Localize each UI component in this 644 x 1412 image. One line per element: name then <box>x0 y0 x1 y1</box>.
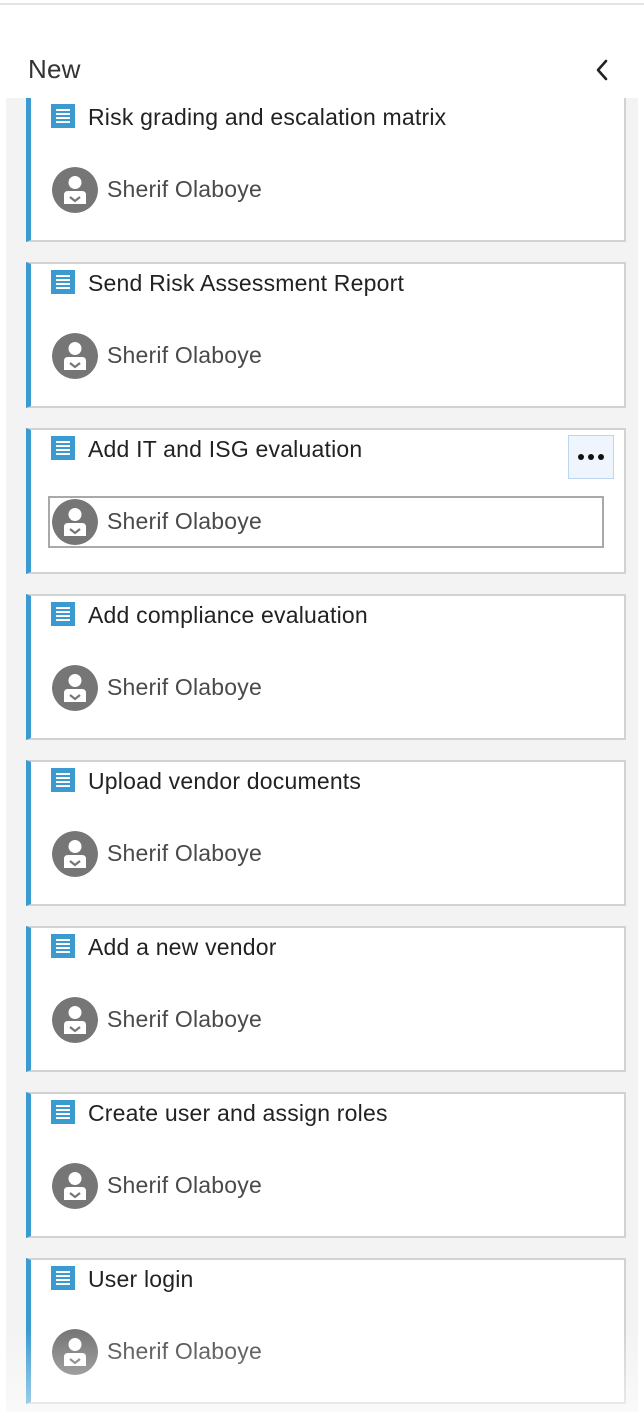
chevron-left-icon <box>596 59 608 81</box>
assignee-name: Sherif Olaboye <box>107 1006 262 1032</box>
assignee-name: Sherif Olaboye <box>107 674 262 700</box>
card-title[interactable]: Add IT and ISG evaluation <box>88 436 362 463</box>
user-avatar-icon <box>52 167 98 213</box>
card-column[interactable]: Risk grading and escalation matrix Sheri… <box>6 98 638 1412</box>
assignee-field[interactable]: Sherif Olaboye <box>48 164 604 216</box>
work-item-icon <box>51 270 75 294</box>
card-title[interactable]: Add compliance evaluation <box>88 602 368 629</box>
assignee-field[interactable]: Sherif Olaboye <box>48 496 604 548</box>
collapse-column-button[interactable] <box>586 54 618 86</box>
assignee-field[interactable]: Sherif Olaboye <box>48 994 604 1046</box>
top-divider <box>0 3 644 5</box>
work-item-card[interactable]: Upload vendor documents Sherif Olaboye <box>26 760 626 906</box>
column-title: New <box>28 54 81 84</box>
work-item-icon <box>51 1266 75 1290</box>
work-item-card[interactable]: Add compliance evaluation Sherif Olaboye <box>26 594 626 740</box>
card-title[interactable]: Add a new vendor <box>88 934 277 961</box>
assignee-name: Sherif Olaboye <box>107 1338 262 1364</box>
ellipsis-icon <box>578 454 604 460</box>
card-title[interactable]: Create user and assign roles <box>88 1100 388 1127</box>
work-item-card[interactable]: User login Sherif Olaboye <box>26 1258 626 1404</box>
assignee-field[interactable]: Sherif Olaboye <box>48 828 604 880</box>
user-avatar-icon <box>52 333 98 379</box>
work-item-icon <box>51 1100 75 1124</box>
user-avatar-icon <box>52 499 98 545</box>
assignee-name: Sherif Olaboye <box>107 840 262 866</box>
card-title[interactable]: Send Risk Assessment Report <box>88 270 404 297</box>
work-item-icon <box>51 602 75 626</box>
work-item-icon <box>51 934 75 958</box>
user-avatar-icon <box>52 997 98 1043</box>
assignee-name: Sherif Olaboye <box>107 1172 262 1198</box>
user-avatar-icon <box>52 1163 98 1209</box>
work-item-icon <box>51 104 75 128</box>
assignee-name: Sherif Olaboye <box>107 176 262 202</box>
user-avatar-icon <box>52 665 98 711</box>
card-title[interactable]: Risk grading and escalation matrix <box>88 104 446 131</box>
work-item-card[interactable]: Add a new vendor Sherif Olaboye <box>26 926 626 1072</box>
work-item-card[interactable]: Risk grading and escalation matrix Sheri… <box>26 98 626 242</box>
assignee-name: Sherif Olaboye <box>107 508 262 534</box>
work-item-card[interactable]: Create user and assign roles Sherif Olab… <box>26 1092 626 1238</box>
card-title[interactable]: Upload vendor documents <box>88 768 361 795</box>
user-avatar-icon <box>52 1329 98 1375</box>
card-more-actions-button[interactable] <box>568 435 614 479</box>
assignee-field[interactable]: Sherif Olaboye <box>48 1160 604 1212</box>
work-item-icon <box>51 436 75 460</box>
card-title[interactable]: User login <box>88 1266 194 1293</box>
card-list: Risk grading and escalation matrix Sheri… <box>26 98 626 1412</box>
assignee-field[interactable]: Sherif Olaboye <box>48 662 604 714</box>
column-header: New <box>0 40 644 98</box>
work-item-icon <box>51 768 75 792</box>
work-item-card[interactable]: Add IT and ISG evaluation Sherif Olaboye <box>26 428 626 574</box>
assignee-field[interactable]: Sherif Olaboye <box>48 330 604 382</box>
user-avatar-icon <box>52 831 98 877</box>
assignee-field[interactable]: Sherif Olaboye <box>48 1326 604 1378</box>
assignee-name: Sherif Olaboye <box>107 342 262 368</box>
work-item-card[interactable]: Send Risk Assessment Report Sherif Olabo… <box>26 262 626 408</box>
